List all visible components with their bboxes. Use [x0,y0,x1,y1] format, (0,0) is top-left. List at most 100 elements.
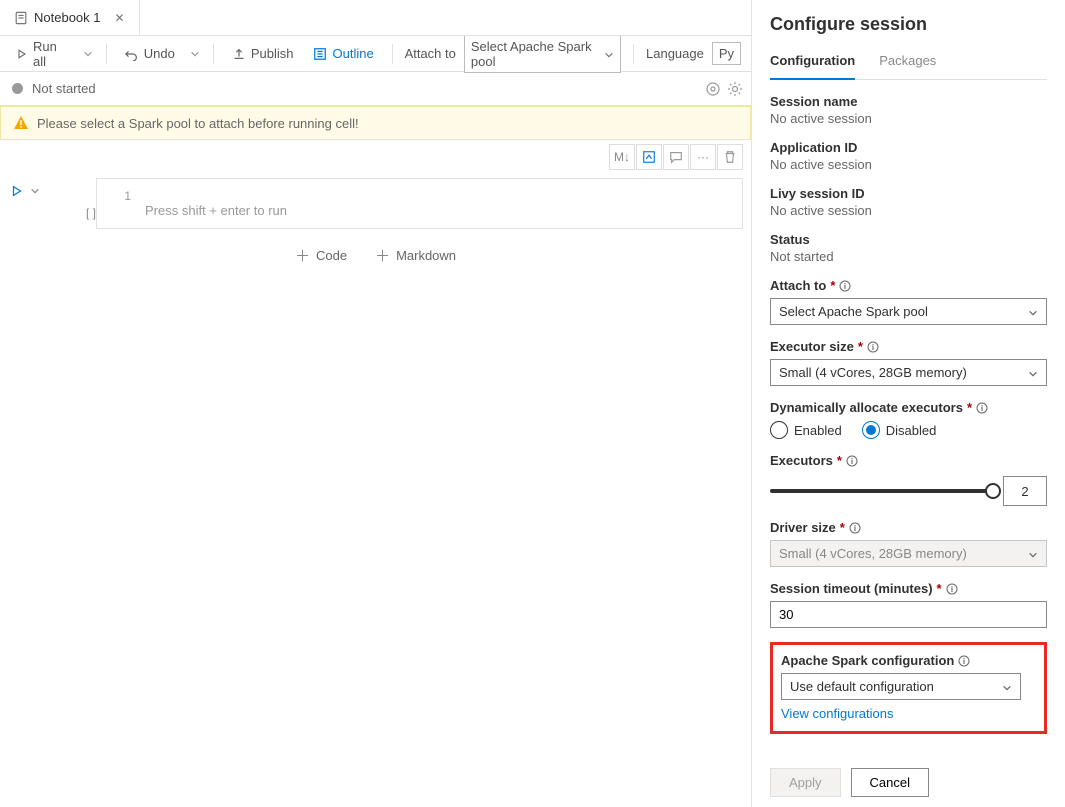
run-cell-icon[interactable] [10,184,24,198]
add-cell-row: ＋ Code ＋ Markdown [0,229,751,282]
livy-id-field: Livy session ID No active session [770,186,1047,218]
undo-caret-icon[interactable] [189,49,201,59]
spark-config-select[interactable]: Use default configuration [781,673,1021,700]
warning-banner: Please select a Spark pool to attach bef… [0,106,751,140]
info-icon[interactable]: i [839,280,851,292]
session-name-field: Session name No active session [770,94,1047,126]
cell-exec-brackets: [ ] [68,178,96,220]
add-code-button[interactable]: ＋ Code [295,245,347,266]
tab-packages[interactable]: Packages [879,47,936,79]
notebook-area: Notebook 1 ✕ Run all Undo Publish Outlin… [0,0,751,807]
required-icon: * [967,400,972,415]
cell-editor[interactable]: 1 [96,178,743,229]
language-select[interactable]: Py [712,42,741,65]
configure-session-panel: Configure session Configuration Packages… [751,0,1065,807]
convert-cell-icon[interactable] [636,144,662,170]
code-input[interactable] [141,179,742,228]
language-value: Py [719,46,734,61]
session-timeout-field: Session timeout (minutes) * i [770,581,1047,628]
session-name-value: No active session [770,111,1047,126]
radio-enabled[interactable]: Enabled [770,421,842,439]
info-icon[interactable]: i [846,455,858,467]
tab-bar: Notebook 1 ✕ [0,0,751,36]
required-icon: * [858,339,863,354]
outline-label: Outline [332,46,373,61]
attach-to-select[interactable]: Select Apache Spark pool [770,298,1047,325]
tab-title: Notebook 1 [34,10,101,25]
chevron-down-icon [1028,546,1038,561]
run-all-button[interactable]: Run all [10,34,74,74]
slider-thumb[interactable] [985,483,1001,499]
status-text: Not started [32,81,96,96]
divider [213,44,214,64]
executor-size-select[interactable]: Small (4 vCores, 28GB memory) [770,359,1047,386]
spark-config-highlight-box: Apache Spark configuration i Use default… [770,642,1047,734]
settings-icon[interactable] [727,81,743,97]
info-icon[interactable]: i [946,583,958,595]
session-status-field: Status Not started [770,232,1047,264]
executor-size-field: Executor size * i Small (4 vCores, 28GB m… [770,339,1047,386]
dynamic-executors-label: Dynamically allocate executors [770,400,963,415]
kernel-icon[interactable] [705,81,721,97]
divider [106,44,107,64]
executor-size-label: Executor size [770,339,854,354]
divider [633,44,634,64]
md-toggle-button[interactable]: M↓ [609,144,635,170]
delete-cell-icon[interactable] [717,144,743,170]
required-icon: * [937,581,942,596]
attach-to-select[interactable]: Select Apache Spark pool [464,35,621,73]
tab-configuration[interactable]: Configuration [770,47,855,80]
executors-slider[interactable] [770,489,993,493]
required-icon: * [837,453,842,468]
attach-to-value: Select Apache Spark pool [471,39,598,69]
code-cell: [ ] 1 [0,174,751,229]
chevron-down-icon[interactable] [30,185,40,197]
application-id-label: Application ID [770,140,1047,155]
info-icon[interactable]: i [958,655,970,667]
info-icon[interactable]: i [976,402,988,414]
attach-to-label: Attach to [405,46,456,61]
livy-id-value: No active session [770,203,1047,218]
svg-text:i: i [844,282,846,291]
undo-button[interactable]: Undo [119,41,181,66]
dynamic-executors-field: Dynamically allocate executors * i Enable… [770,400,1047,439]
svg-text:i: i [950,585,952,594]
executor-size-value: Small (4 vCores, 28GB memory) [779,365,967,380]
outline-button[interactable]: Outline [307,41,379,66]
close-icon[interactable]: ✕ [115,11,125,25]
add-code-label: Code [316,248,347,263]
executors-field: Executors* i 2 [770,453,1047,506]
chevron-down-icon [1028,365,1038,380]
panel-title: Configure session [770,14,1047,35]
info-icon[interactable]: i [867,341,879,353]
comment-icon[interactable] [663,144,689,170]
radio-enabled-label: Enabled [794,423,842,438]
cancel-button[interactable]: Cancel [851,768,929,797]
info-icon[interactable]: i [849,522,861,534]
apply-button: Apply [770,768,841,797]
radio-disabled[interactable]: Disabled [862,421,937,439]
publish-button[interactable]: Publish [226,41,300,66]
svg-text:i: i [854,524,856,533]
svg-text:i: i [872,343,874,352]
required-icon: * [840,520,845,535]
add-markdown-button[interactable]: ＋ Markdown [375,245,456,266]
status-bar: Not started [0,72,751,106]
publish-label: Publish [251,46,294,61]
executors-count[interactable]: 2 [1003,476,1047,506]
plus-icon: ＋ [295,245,310,266]
driver-size-field: Driver size* i Small (4 vCores, 28GB mem… [770,520,1047,567]
view-configurations-link[interactable]: View configurations [781,706,894,721]
livy-id-label: Livy session ID [770,186,1047,201]
spark-config-value: Use default configuration [790,679,934,694]
attach-to-field: Attach to* i Select Apache Spark pool [770,278,1047,325]
tab-notebook1[interactable]: Notebook 1 ✕ [0,0,140,35]
attach-to-label: Attach to [770,278,826,293]
run-all-caret-icon[interactable] [82,49,94,59]
session-timeout-label: Session timeout (minutes) [770,581,933,596]
cell-gutter [10,178,68,198]
session-timeout-input[interactable] [770,601,1047,628]
application-id-value: No active session [770,157,1047,172]
more-icon[interactable]: ··· [690,144,716,170]
notebook-icon [14,11,28,25]
